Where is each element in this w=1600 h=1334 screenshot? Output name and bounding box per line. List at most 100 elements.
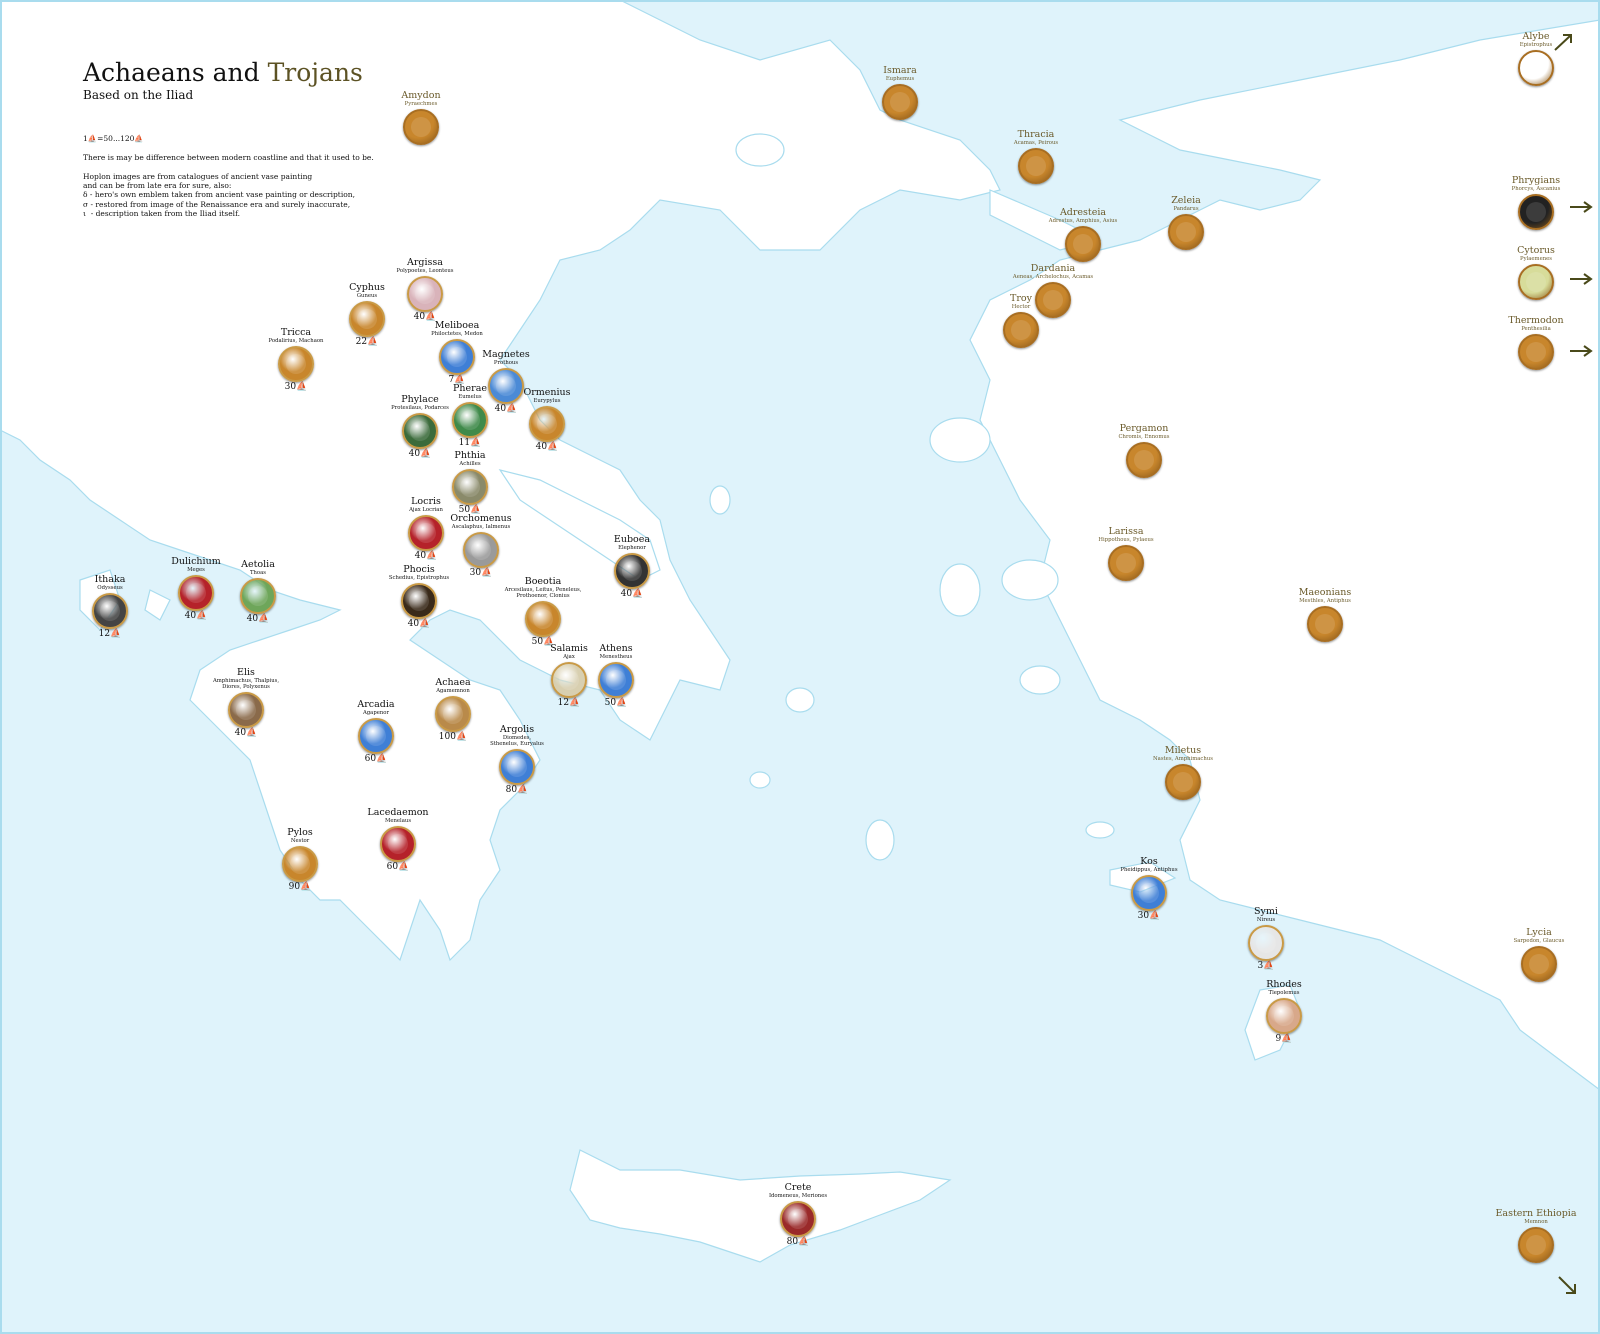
city-heroes: Chromis, Ennomus <box>1118 434 1170 440</box>
city-name: Achaea <box>435 677 471 688</box>
island <box>749 771 771 789</box>
city-heroes: Podalirius, Machaon <box>268 338 324 344</box>
city-heroes: Schedius, Epistrophus <box>388 575 450 581</box>
ship-count: 9⛵ <box>1275 1034 1293 1044</box>
city-marker-thracia: Thracia Acamas, Peirous <box>976 130 1096 184</box>
city-name: Thracia <box>1017 129 1055 140</box>
city-marker-phocis: Phocis Schedius, Epistrophus 40⛵ <box>359 565 479 630</box>
shield-icon <box>402 413 438 449</box>
city-marker-maeonians: Maeonians Mesthles, Antiphus <box>1265 588 1385 642</box>
ship-count: 40⛵ <box>407 619 431 629</box>
city-heroes: Elephenor <box>618 545 646 551</box>
city-heroes: Aeneas, Archelochus, Acamas <box>1012 274 1094 280</box>
city-name: Crete <box>784 1182 812 1193</box>
direction-arrow-icon <box>1570 345 1593 357</box>
city-name: Pergamon <box>1119 423 1169 434</box>
city-heroes: Sarpedon, Glaucus <box>1513 938 1565 944</box>
city-name: Argolis <box>499 724 535 735</box>
city-heroes: Diomedes, Sthenelus, Euryalus <box>490 735 544 747</box>
ship-count: 30⛵ <box>1137 911 1161 921</box>
shield-icon <box>1266 998 1302 1034</box>
notes-line: δ - hero's own emblem taken from ancient… <box>83 190 355 200</box>
city-name: Boeotia <box>524 576 562 587</box>
city-name: Miletus <box>1164 745 1202 756</box>
city-heroes: Achilles <box>459 461 481 467</box>
city-name: Ismara <box>883 65 917 76</box>
city-name: Orchomenus <box>450 513 512 524</box>
ship-count: 40⛵ <box>234 728 258 738</box>
city-name: Phylace <box>401 394 439 405</box>
shield-icon <box>1521 946 1557 982</box>
city-marker-athens: Athens Menestheus 50⛵ <box>556 644 676 709</box>
city-heroes: Ascalaphus, Ialmenus <box>451 524 511 530</box>
city-marker-miletus: Miletus Nastes, Amphimachus <box>1123 746 1243 800</box>
city-name: Zeleia <box>1171 195 1201 206</box>
city-marker-pergamon: Pergamon Chromis, Ennomus <box>1084 424 1204 478</box>
city-heroes: Odysseus <box>97 585 123 591</box>
island <box>1085 821 1115 839</box>
city-marker-elis: Elis Amphimachus, Thalpius, Diores, Polyx… <box>186 668 306 739</box>
city-name: Rhodes <box>1266 979 1302 990</box>
city-marker-adresteia: Adresteia Adrestus, Amphius, Asius <box>1023 208 1143 262</box>
notes-line: Hoplon images are from catalogues of anc… <box>83 171 313 181</box>
island <box>929 417 991 463</box>
city-heroes: Hippothous, Pylaeus <box>1098 537 1154 543</box>
city-marker-eastern-ethiopia: Eastern Ethiopia Memnon <box>1476 1209 1596 1263</box>
city-heroes: Agamemnon <box>436 688 470 694</box>
ship-count: 3⛵ <box>1257 961 1275 971</box>
city-heroes: Hector <box>1011 304 1031 310</box>
city-name: Pylos <box>287 827 313 838</box>
ship-count: 12⛵ <box>98 629 122 639</box>
shield-icon <box>1131 875 1167 911</box>
shield-icon <box>525 601 561 637</box>
city-heroes: Memnon <box>1524 1219 1548 1225</box>
city-marker-rhodes: Rhodes Tlepolemus 9⛵ <box>1224 980 1344 1045</box>
city-marker-kos: Kos Pheidippus, Antiphus 30⛵ <box>1089 857 1209 922</box>
shield-icon <box>1108 545 1144 581</box>
direction-arrow-icon <box>1570 273 1593 285</box>
island <box>709 485 731 515</box>
shield-icon <box>228 692 264 728</box>
shield-icon <box>282 846 318 882</box>
shield-icon <box>92 593 128 629</box>
shield-icon <box>1518 194 1554 230</box>
city-name: Elis <box>237 667 255 678</box>
island <box>785 687 815 713</box>
city-heroes: Agapenor <box>362 710 390 716</box>
city-marker-troy: Troy Hector <box>961 294 1081 348</box>
city-heroes: Epistrophus <box>1519 42 1553 48</box>
city-marker-lycia: Lycia Sarpedon, Glaucus <box>1479 928 1599 982</box>
shield-icon <box>1126 442 1162 478</box>
ship-count: 80⛵ <box>505 785 529 795</box>
direction-arrow-icon <box>1554 34 1572 51</box>
city-marker-larissa: Larissa Hippothous, Pylaeus <box>1066 527 1186 581</box>
shield-icon <box>1168 214 1204 250</box>
city-heroes: Guneus <box>356 293 378 299</box>
city-heroes: Idomeneus, Meriones <box>768 1193 828 1199</box>
notes-line: and can be from late era for sure, also: <box>83 181 232 191</box>
map-subtitle: Based on the Iliad <box>83 88 194 102</box>
shield-icon <box>1003 312 1039 348</box>
ship-count: 90⛵ <box>288 882 312 892</box>
city-heroes: Tlepolemus <box>1268 990 1300 996</box>
city-name: Meliboea <box>434 320 480 331</box>
city-heroes: Mesthles, Antiphus <box>1299 598 1351 604</box>
city-marker-thermodon: Thermodon Penthesilia <box>1476 316 1596 370</box>
island <box>865 819 895 861</box>
city-name: Thermodon <box>1508 315 1564 326</box>
shield-icon <box>882 84 918 120</box>
city-name: Aetolia <box>241 559 275 570</box>
city-heroes: Pheidippus, Antiphus <box>1120 867 1178 873</box>
city-heroes: Adrestus, Amphius, Asius <box>1048 218 1118 224</box>
city-heroes: Penthesilia <box>1521 326 1551 332</box>
shield-icon <box>1165 764 1201 800</box>
city-heroes: Prothous <box>493 360 519 366</box>
shield-icon <box>1307 606 1343 642</box>
direction-arrow-icon <box>1570 201 1593 213</box>
notes-line: There is may be difference between moder… <box>83 152 374 162</box>
shield-icon <box>1518 50 1554 86</box>
city-heroes: Euphemus <box>885 76 915 82</box>
city-heroes: Protesilaus, Podarces <box>391 405 449 411</box>
city-name: Arcadia <box>357 699 395 710</box>
city-name: Kos <box>1140 856 1158 867</box>
